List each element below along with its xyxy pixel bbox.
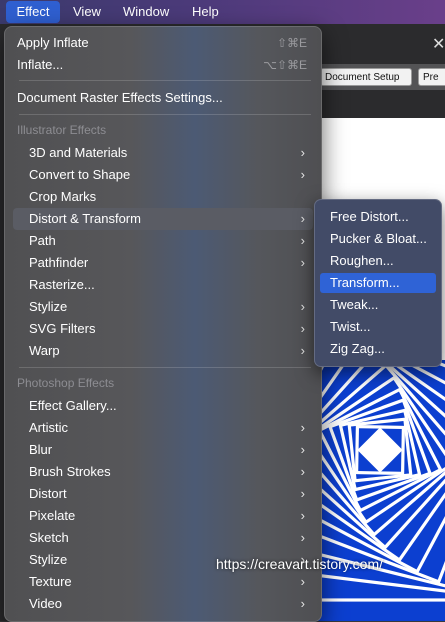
chevron-right-icon: › — [300, 233, 305, 248]
document-setup-button[interactable]: Document Setup — [320, 68, 412, 86]
menu-item-label: Pathfinder — [29, 255, 89, 270]
chevron-right-icon: › — [300, 442, 305, 457]
menu-item-convert-to-shape[interactable]: Convert to Shape › — [13, 164, 313, 186]
chevron-right-icon: › — [300, 508, 305, 523]
preferences-button[interactable]: Pre — [418, 68, 445, 86]
menu-bar: Effect View Window Help — [0, 0, 445, 24]
menu-item-effect-gallery[interactable]: Effect Gallery... — [13, 395, 313, 417]
menu-item-label: Inflate... — [17, 57, 64, 72]
submenu-item-free-distort[interactable]: Free Distort... — [320, 207, 436, 227]
menu-item-stylize[interactable]: Stylize › — [13, 296, 313, 318]
menu-item-label: Stylize — [29, 299, 68, 314]
menu-item-label: Warp — [29, 343, 60, 358]
menu-item-label: Convert to Shape — [29, 167, 131, 182]
menu-item-label: Distort & Transform — [29, 211, 141, 226]
menu-item-label: Document Raster Effects Settings... — [17, 90, 223, 105]
chevron-right-icon: › — [300, 420, 305, 435]
menu-item-label: Effect Gallery... — [29, 398, 117, 413]
menu-item-label: Pixelate — [29, 508, 76, 523]
menu-item-crop-marks[interactable]: Crop Marks — [13, 186, 313, 208]
menu-item-label: Texture — [29, 574, 72, 589]
chevron-right-icon: › — [300, 299, 305, 314]
chevron-right-icon: › — [300, 596, 305, 611]
menu-item-label: 3D and Materials — [29, 145, 128, 160]
artwork-image — [318, 360, 445, 621]
menu-item-3d-materials[interactable]: 3D and Materials › — [13, 142, 313, 164]
effect-menu: Apply Inflate ⇧⌘E Inflate... ⌥⇧⌘E Docume… — [4, 26, 322, 622]
shortcut-text: ⇧⌘E — [276, 36, 307, 50]
menu-item-label: Distort — [29, 486, 67, 501]
menu-separator — [19, 80, 311, 81]
menubar-help[interactable]: Help — [192, 0, 219, 24]
chevron-right-icon: › — [300, 167, 305, 182]
menubar-effect[interactable]: Effect — [6, 1, 60, 23]
menu-item-label: Crop Marks — [29, 189, 97, 204]
menu-item-label: Path — [29, 233, 56, 248]
menu-item-svg-filters[interactable]: SVG Filters › — [13, 318, 313, 340]
menu-separator — [19, 114, 311, 115]
menu-item-path[interactable]: Path › — [13, 230, 313, 252]
menubar-window[interactable]: Window — [123, 0, 169, 24]
close-icon[interactable]: ✕ — [432, 34, 445, 54]
menu-item-brush-strokes[interactable]: Brush Strokes › — [13, 461, 313, 483]
submenu-item-tweak[interactable]: Tweak... — [320, 295, 436, 315]
menu-item-raster-settings[interactable]: Document Raster Effects Settings... — [13, 87, 313, 109]
menu-item-warp[interactable]: Warp › — [13, 340, 313, 362]
menu-item-distort-transform[interactable]: Distort & Transform › — [13, 208, 313, 230]
section-header-photoshop: Photoshop Effects — [17, 376, 115, 390]
menu-item-label: Blur — [29, 442, 53, 457]
menu-item-texture[interactable]: Texture › — [13, 571, 313, 593]
chevron-right-icon: › — [300, 343, 305, 358]
shortcut-text: ⌥⇧⌘E — [263, 58, 307, 72]
menu-item-label: Rasterize... — [29, 277, 95, 292]
chevron-right-icon: › — [300, 486, 305, 501]
menu-item-label: Sketch — [29, 530, 69, 545]
menu-item-pathfinder[interactable]: Pathfinder › — [13, 252, 313, 274]
submenu-item-roughen[interactable]: Roughen... — [320, 251, 436, 271]
menu-separator — [19, 367, 311, 368]
menu-item-pixelate[interactable]: Pixelate › — [13, 505, 313, 527]
submenu-item-transform[interactable]: Transform... — [320, 273, 436, 293]
submenu-item-twist[interactable]: Twist... — [320, 317, 436, 337]
submenu-item-zig-zag[interactable]: Zig Zag... — [320, 339, 436, 359]
chevron-right-icon: › — [300, 211, 305, 226]
menu-item-sketch[interactable]: Sketch › — [13, 527, 313, 549]
chevron-right-icon: › — [300, 255, 305, 270]
menu-item-artistic[interactable]: Artistic › — [13, 417, 313, 439]
chevron-right-icon: › — [300, 530, 305, 545]
spiral-squares-graphic — [318, 360, 445, 621]
submenu-item-pucker-bloat[interactable]: Pucker & Bloat... — [320, 229, 436, 249]
distort-transform-submenu: Free Distort... Pucker & Bloat... Roughe… — [314, 199, 442, 367]
menu-item-label: Artistic — [29, 420, 68, 435]
menubar-view[interactable]: View — [73, 0, 101, 24]
menu-item-label: Brush Strokes — [29, 464, 111, 479]
section-header-illustrator: Illustrator Effects — [17, 123, 107, 137]
chevron-right-icon: › — [300, 145, 305, 160]
menu-item-label: Video — [29, 596, 63, 611]
menu-item-inflate[interactable]: Inflate... ⌥⇧⌘E — [13, 54, 313, 76]
menu-item-rasterize[interactable]: Rasterize... — [13, 274, 313, 296]
menu-item-label: Apply Inflate — [17, 35, 89, 50]
chevron-right-icon: › — [300, 574, 305, 589]
menu-item-blur[interactable]: Blur › — [13, 439, 313, 461]
menu-item-video[interactable]: Video › — [13, 593, 313, 615]
chevron-right-icon: › — [300, 464, 305, 479]
menu-item-label: SVG Filters — [29, 321, 96, 336]
chevron-right-icon: › — [300, 321, 305, 336]
menu-item-label: Stylize — [29, 552, 68, 567]
watermark-text: https://creavart.tistory.com/ — [216, 556, 384, 572]
menu-item-distort[interactable]: Distort › — [13, 483, 313, 505]
menu-item-apply-inflate[interactable]: Apply Inflate ⇧⌘E — [13, 32, 313, 54]
